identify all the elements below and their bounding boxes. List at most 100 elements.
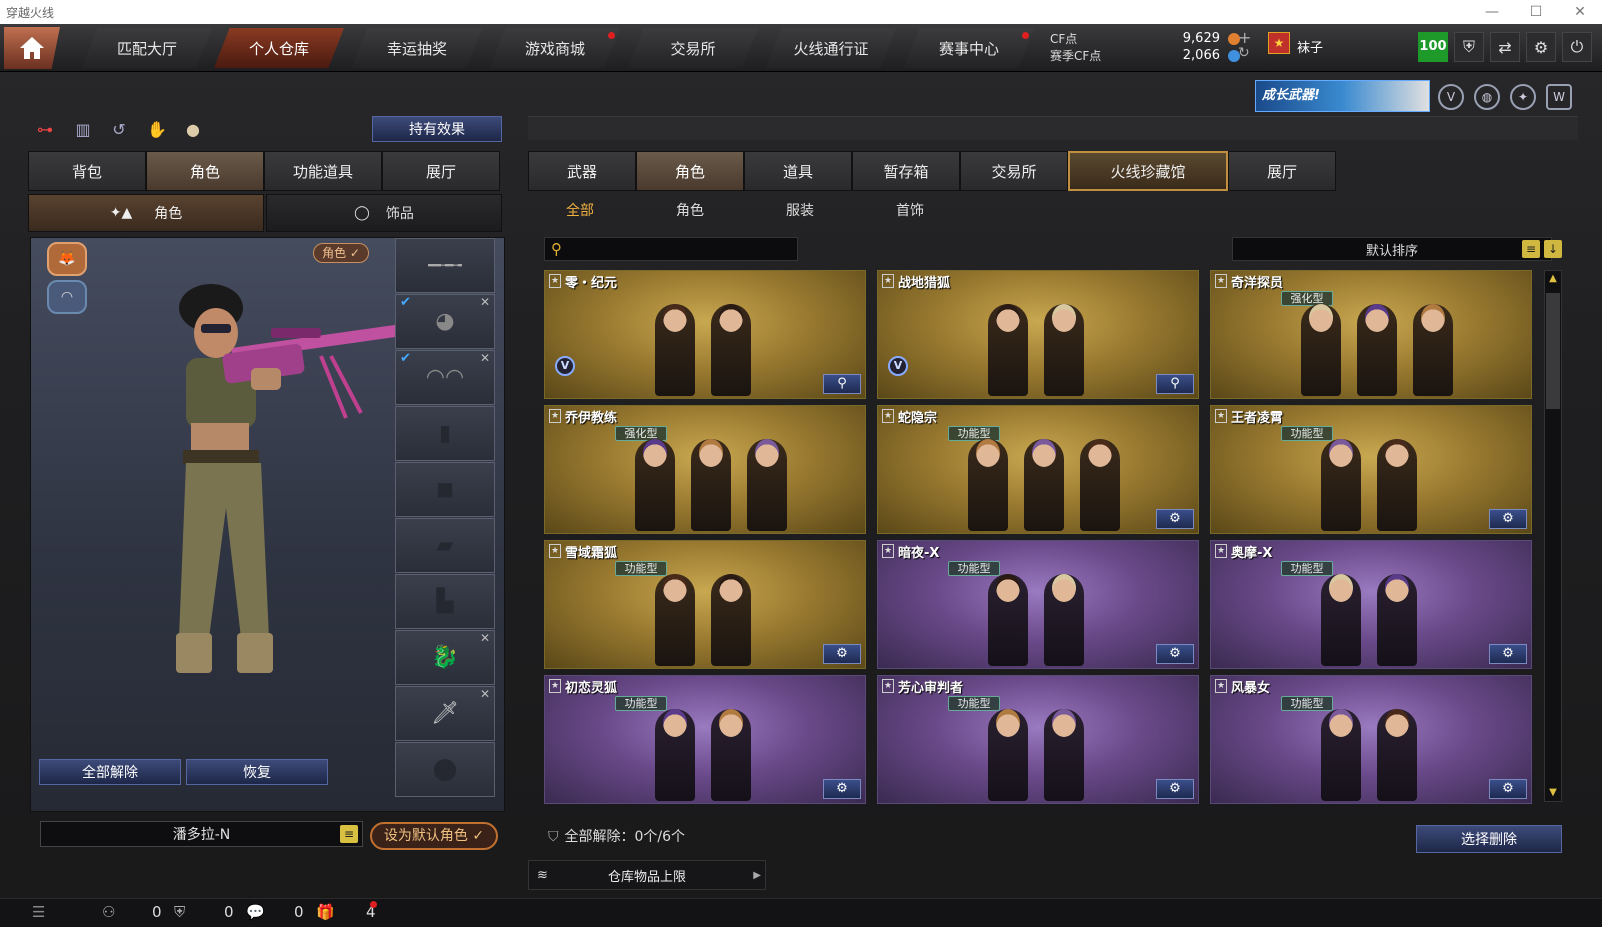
fox-emblem-icon[interactable]: 🦊	[47, 242, 87, 276]
favorite-star-icon[interactable]: ★	[882, 409, 894, 423]
minimize-button[interactable]: —	[1470, 0, 1514, 24]
favorite-star-icon[interactable]: ★	[1215, 544, 1227, 558]
slot-pants[interactable]: ▙	[395, 574, 495, 629]
restore-button[interactable]: 恢复	[186, 759, 328, 785]
power-icon[interactable]: ⏻	[1562, 32, 1592, 62]
holding-effect-button[interactable]: 持有效果	[372, 116, 502, 142]
pose-icon[interactable]: ✋	[144, 117, 170, 141]
slot-knife[interactable]: ✕ 🗡	[395, 686, 495, 741]
set-default-role-button[interactable]: 设为默认角色 ✓	[370, 822, 498, 850]
search-input[interactable]: ⚲	[544, 237, 798, 261]
favorite-star-icon[interactable]: ★	[1215, 274, 1227, 288]
nav-tab-1[interactable]: 个人仓库	[214, 28, 344, 68]
right-subtab-1[interactable]: 角色	[638, 197, 742, 223]
settings-gear-button[interactable]: ⚙	[1156, 779, 1194, 799]
v-emblem-icon[interactable]: V	[1438, 84, 1464, 110]
chat-icon[interactable]: 💬	[246, 903, 265, 921]
nav-tab-2[interactable]: 幸运抽奖	[352, 28, 482, 68]
gear-icon[interactable]: ⚙	[1526, 32, 1556, 62]
sort-direction-icon[interactable]: ↓	[1544, 240, 1562, 258]
favorite-star-icon[interactable]: ★	[1215, 409, 1227, 423]
close-button[interactable]: ✕	[1558, 0, 1602, 24]
slot-vest[interactable]: ▮	[395, 406, 495, 461]
binoculars-icon[interactable]: ⚇	[102, 903, 115, 921]
scroll-down-icon[interactable]: ▼	[1545, 785, 1561, 801]
slot-weapon[interactable]: ━╾━╼	[395, 238, 495, 293]
nav-tab-5[interactable]: 火线通行证	[766, 28, 896, 68]
right-tab-4[interactable]: 交易所	[960, 151, 1068, 191]
growth-weapon-banner[interactable]: 成长武器!	[1255, 80, 1430, 112]
character-card[interactable]: ★ 蛇隐宗 功能型 ⚙	[877, 405, 1199, 534]
list-menu-icon[interactable]: ≡	[340, 825, 358, 843]
settings-gear-button[interactable]: ⚙	[1156, 644, 1194, 664]
preview-search-button[interactable]: ⚲	[823, 374, 861, 394]
shield-icon[interactable]: ⛨	[1454, 32, 1484, 62]
left-tab-1[interactable]: 角色	[146, 151, 264, 191]
favorite-star-icon[interactable]: ★	[549, 679, 561, 693]
remove-icon[interactable]: ✕	[480, 295, 490, 309]
w-emblem-icon[interactable]: W	[1546, 84, 1572, 110]
right-subtab-0[interactable]: 全部	[528, 197, 632, 223]
nav-tab-0[interactable]: 匹配大厅	[82, 28, 212, 68]
refresh-icon[interactable]: ↻	[1238, 45, 1250, 61]
preview-search-button[interactable]: ⚲	[1156, 374, 1194, 394]
rotate-icon[interactable]: ↺	[106, 117, 132, 141]
favorite-star-icon[interactable]: ★	[549, 274, 561, 288]
favorite-star-icon[interactable]: ★	[549, 544, 561, 558]
slot-extra[interactable]: ⬤	[395, 742, 495, 797]
maximize-button[interactable]: ☐	[1514, 0, 1558, 24]
character-card[interactable]: ★ 战地猎狐 V ⚲	[877, 270, 1199, 399]
remove-icon[interactable]: ✕	[480, 687, 490, 701]
right-subtab-2[interactable]: 服装	[748, 197, 852, 223]
favorite-star-icon[interactable]: ★	[1215, 679, 1227, 693]
left-tab-3[interactable]: 展厅	[382, 151, 500, 191]
right-tab-5[interactable]: 火线珍藏馆	[1068, 151, 1228, 191]
favorite-star-icon[interactable]: ★	[549, 409, 561, 423]
settings-gear-button[interactable]: ⚙	[1489, 779, 1527, 799]
left-tab-0[interactable]: 背包	[28, 151, 146, 191]
settings-gear-button[interactable]: ⚙	[1489, 644, 1527, 664]
settings-gear-button[interactable]: ⚙	[823, 779, 861, 799]
character-card[interactable]: ★ 雪域霜狐 功能型 ⚙	[544, 540, 866, 669]
unequip-all-button[interactable]: 全部解除	[39, 759, 181, 785]
settings-gear-button[interactable]: ⚙	[1489, 509, 1527, 529]
slot-goggles[interactable]: ✔ ✕ ◠◠	[395, 350, 495, 405]
character-card[interactable]: ★ 奥摩-X 功能型 ⚙	[1210, 540, 1532, 669]
right-tab-3[interactable]: 暂存箱	[852, 151, 960, 191]
select-delete-button[interactable]: 选择删除	[1416, 825, 1562, 853]
favorite-star-icon[interactable]: ★	[882, 274, 894, 288]
settings-gear-button[interactable]: ⚙	[1156, 509, 1194, 529]
scroll-thumb[interactable]	[1546, 293, 1560, 409]
slot-body[interactable]: ▰	[395, 518, 495, 573]
character-card[interactable]: ★ 芳心审判者 功能型 ⚙	[877, 675, 1199, 804]
nav-tab-6[interactable]: 赛事中心	[904, 28, 1034, 68]
favorite-star-icon[interactable]: ★	[882, 544, 894, 558]
scroll-up-icon[interactable]: ▲	[1545, 271, 1561, 287]
character-card[interactable]: ★ 初恋灵狐 功能型 ⚙	[544, 675, 866, 804]
subtab-role[interactable]: ✦▲ 角色	[28, 194, 264, 232]
settings-gear-button[interactable]: ⚙	[823, 644, 861, 664]
character-name-field[interactable]: 潘多拉-N	[40, 821, 363, 847]
globe-icon[interactable]: ◍	[1474, 84, 1500, 110]
remove-icon[interactable]: ✕	[480, 631, 490, 645]
mouse-icon[interactable]: ●	[180, 117, 206, 141]
left-tab-2[interactable]: 功能道具	[264, 151, 382, 191]
mask-emblem-icon[interactable]: ◠	[47, 280, 87, 314]
gift-icon[interactable]: 🎁	[316, 903, 335, 921]
favorite-star-icon[interactable]: ★	[882, 679, 894, 693]
subtab-accessory[interactable]: ◯ 饰品	[266, 194, 502, 232]
right-tab-0[interactable]: 武器	[528, 151, 636, 191]
character-card[interactable]: ★ 王者凌霄 功能型 ⚙	[1210, 405, 1532, 534]
remove-icon[interactable]: ✕	[480, 351, 490, 365]
switch-icon[interactable]: ⇄	[1490, 32, 1520, 62]
role-pill[interactable]: 角色 ✓	[313, 243, 369, 263]
slot-helmet[interactable]: ✔ ✕ ◕	[395, 294, 495, 349]
home-button[interactable]	[4, 27, 60, 69]
cross-emblem-icon[interactable]: ✦	[1510, 84, 1536, 110]
toggle-on-icon[interactable]: ⊶	[32, 117, 58, 141]
list-view-icon[interactable]: ≡	[1522, 240, 1540, 258]
nav-tab-3[interactable]: 游戏商城	[490, 28, 620, 68]
card-scrollbar[interactable]: ▲ ▼	[1544, 270, 1562, 802]
slot-dragon[interactable]: ✕ 🐉	[395, 630, 495, 685]
right-subtab-3[interactable]: 首饰	[858, 197, 962, 223]
